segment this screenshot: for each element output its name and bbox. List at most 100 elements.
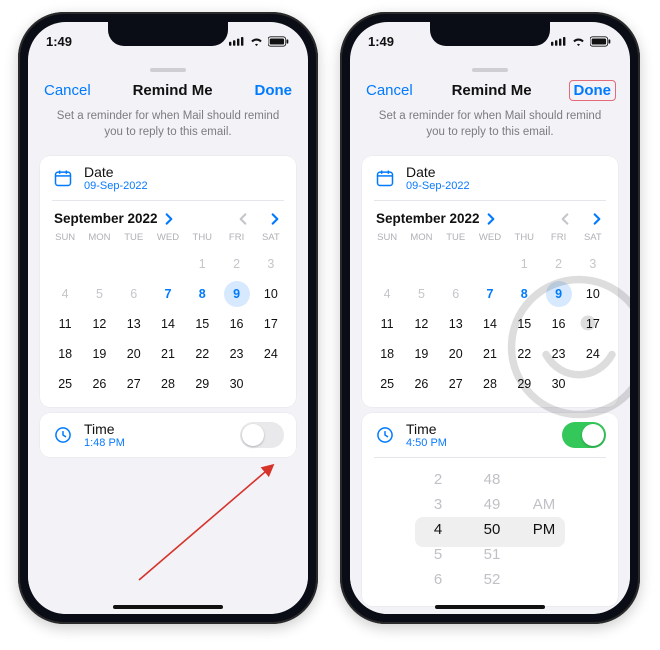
sheet-handle[interactable] <box>150 68 186 72</box>
calendar-day[interactable]: 22 <box>507 341 541 367</box>
calendar-day[interactable]: 8 <box>185 281 219 307</box>
date-label: Date <box>84 164 148 180</box>
dow-label: FRI <box>541 232 575 247</box>
picker-value: 4 <box>434 519 442 541</box>
calendar-day[interactable]: 29 <box>507 371 541 397</box>
calendar-day[interactable]: 28 <box>473 371 507 397</box>
calendar-day[interactable]: 1 <box>185 251 219 277</box>
dow-label: SAT <box>254 232 288 247</box>
calendar-day[interactable]: 21 <box>151 341 185 367</box>
calendar-day[interactable]: 13 <box>117 311 151 337</box>
calendar-day[interactable]: 25 <box>370 371 404 397</box>
calendar-day[interactable]: 29 <box>185 371 219 397</box>
calendar-day[interactable]: 5 <box>404 281 438 307</box>
nav-bar: Cancel Remind Me Done <box>350 74 630 109</box>
hour-wheel[interactable]: 1234567 <box>416 464 460 596</box>
time-toggle[interactable] <box>240 422 284 448</box>
calendar-day[interactable]: 9 <box>219 281 253 307</box>
calendar-day[interactable]: 19 <box>82 341 116 367</box>
calendar-day[interactable]: 27 <box>117 371 151 397</box>
time-picker[interactable]: 1234567 47484950515253 AMPM <box>362 458 618 606</box>
calendar-day[interactable]: 10 <box>254 281 288 307</box>
home-indicator[interactable] <box>435 605 545 609</box>
calendar-day[interactable]: 11 <box>370 311 404 337</box>
calendar-grid[interactable]: SUNMONTUEWEDTHUFRISAT 123456789101112131… <box>40 232 296 407</box>
calendar-day[interactable]: 7 <box>151 281 185 307</box>
time-toggle[interactable] <box>562 422 606 448</box>
calendar-day[interactable]: 5 <box>82 281 116 307</box>
ampm-wheel[interactable]: AMPM <box>524 464 564 596</box>
calendar-header: September 2022 <box>40 201 296 232</box>
calendar-day[interactable]: 27 <box>439 371 473 397</box>
time-card: Time 4:50 PM 1234567 47484950515253 AMPM <box>362 413 618 606</box>
calendar-day[interactable]: 4 <box>48 281 82 307</box>
calendar-day[interactable]: 10 <box>576 281 610 307</box>
calendar-day[interactable]: 30 <box>541 371 575 397</box>
prev-month-button[interactable] <box>236 212 250 226</box>
calendar-day[interactable]: 13 <box>439 311 473 337</box>
calendar-day[interactable]: 9 <box>541 281 575 307</box>
sheet-handle[interactable] <box>472 68 508 72</box>
picker-value: 47 <box>484 464 501 466</box>
date-row[interactable]: Date 09-Sep-2022 <box>362 156 618 200</box>
calendar-day[interactable]: 28 <box>151 371 185 397</box>
next-month-button[interactable] <box>268 212 282 226</box>
prev-month-button[interactable] <box>558 212 572 226</box>
calendar-day[interactable]: 21 <box>473 341 507 367</box>
next-month-button[interactable] <box>590 212 604 226</box>
month-button[interactable]: September 2022 <box>376 211 498 226</box>
home-indicator[interactable] <box>113 605 223 609</box>
date-row[interactable]: Date 09-Sep-2022 <box>40 156 296 200</box>
calendar-day[interactable]: 14 <box>473 311 507 337</box>
calendar-day[interactable]: 2 <box>219 251 253 277</box>
calendar-day[interactable]: 20 <box>439 341 473 367</box>
calendar-day[interactable]: 18 <box>48 341 82 367</box>
calendar-day[interactable]: 24 <box>576 341 610 367</box>
calendar-day[interactable]: 7 <box>473 281 507 307</box>
calendar-day[interactable]: 15 <box>185 311 219 337</box>
calendar-day[interactable]: 2 <box>541 251 575 277</box>
picker-value: 53 <box>484 594 501 596</box>
calendar-day[interactable]: 12 <box>82 311 116 337</box>
calendar-day[interactable]: 15 <box>507 311 541 337</box>
picker-value: PM <box>533 519 556 541</box>
month-button[interactable]: September 2022 <box>54 211 176 226</box>
calendar-day[interactable]: 8 <box>507 281 541 307</box>
status-icons <box>229 36 290 47</box>
calendar-day[interactable]: 24 <box>254 341 288 367</box>
done-button[interactable]: Done <box>253 80 295 101</box>
calendar-day[interactable]: 19 <box>404 341 438 367</box>
calendar-day[interactable]: 20 <box>117 341 151 367</box>
picker-value: 6 <box>434 569 442 591</box>
calendar-day[interactable]: 25 <box>48 371 82 397</box>
month-label: September 2022 <box>54 211 158 226</box>
calendar-day[interactable]: 4 <box>370 281 404 307</box>
page-title: Remind Me <box>133 82 213 99</box>
minute-wheel[interactable]: 47484950515253 <box>470 464 514 596</box>
cancel-button[interactable]: Cancel <box>42 80 93 101</box>
calendar-day[interactable]: 16 <box>219 311 253 337</box>
calendar-day[interactable]: 26 <box>404 371 438 397</box>
cancel-button[interactable]: Cancel <box>364 80 415 101</box>
calendar-day[interactable]: 3 <box>254 251 288 277</box>
calendar-day[interactable]: 6 <box>439 281 473 307</box>
calendar-day[interactable]: 23 <box>541 341 575 367</box>
done-button[interactable]: Done <box>569 80 617 101</box>
calendar-day[interactable]: 17 <box>576 311 610 337</box>
calendar-day[interactable]: 17 <box>254 311 288 337</box>
calendar-day[interactable]: 22 <box>185 341 219 367</box>
calendar-day[interactable]: 16 <box>541 311 575 337</box>
calendar-day[interactable]: 18 <box>370 341 404 367</box>
calendar-day[interactable]: 3 <box>576 251 610 277</box>
calendar-day[interactable]: 11 <box>48 311 82 337</box>
calendar-day[interactable]: 12 <box>404 311 438 337</box>
calendar-day[interactable]: 30 <box>219 371 253 397</box>
calendar-day[interactable]: 14 <box>151 311 185 337</box>
calendar-grid[interactable]: SUNMONTUEWEDTHUFRISAT 123456789101112131… <box>362 232 618 407</box>
date-value: 09-Sep-2022 <box>84 180 148 192</box>
calendar-day[interactable]: 26 <box>82 371 116 397</box>
calendar-day[interactable]: 1 <box>507 251 541 277</box>
calendar-day[interactable]: 23 <box>219 341 253 367</box>
calendar-day[interactable]: 6 <box>117 281 151 307</box>
dow-label: SUN <box>48 232 82 247</box>
